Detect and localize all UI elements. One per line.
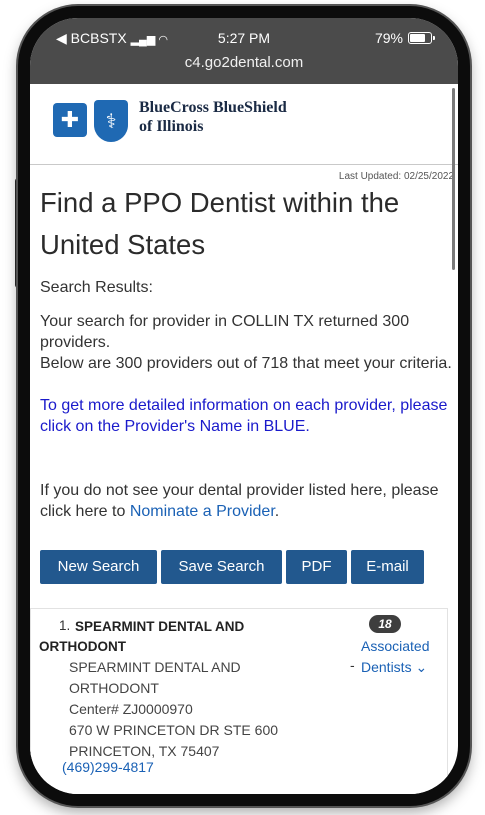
provider-address-block: SPEARMINT DENTAL AND ORTHODONT Center# Z… <box>69 657 278 762</box>
save-search-button[interactable]: Save Search <box>161 550 282 584</box>
brand-line-2: of Illinois <box>139 118 204 135</box>
action-button-row: New Search Save Search PDF E-mail <box>40 550 424 584</box>
page-scrollbar[interactable] <box>452 88 455 270</box>
status-bar: ◀ BCBSTX ▂▄▆ ◠ 5:27 PM 79% <box>30 30 458 50</box>
provider-name-link[interactable]: SPEARMINT DENTAL AND ORTHODONT <box>39 617 289 657</box>
provider-phone-link[interactable]: (469)299-4817 <box>62 759 154 775</box>
provider-info-note: To get more detailed information on each… <box>40 397 448 435</box>
nominate-suffix: . <box>274 503 280 520</box>
phone-frame: ◀ BCBSTX ▂▄▆ ◠ 5:27 PM 79% c4.go2dental.… <box>18 6 470 806</box>
separator-dash: - <box>350 657 355 673</box>
battery-icon <box>408 32 435 44</box>
associated-label: Associated <box>361 638 430 654</box>
provider-card: 1. SPEARMINT DENTAL AND ORTHODONT 18 Ass… <box>30 608 448 794</box>
page-title: Find a PPO Dentist within the United Sta… <box>40 187 400 260</box>
street-address: 670 W PRINCETON DR STE 600 <box>69 722 279 738</box>
pdf-button[interactable]: PDF <box>286 550 347 584</box>
brand-name: BlueCross BlueShield of Illinois <box>139 98 287 136</box>
nominate-text: If you do not see your dental provider l… <box>40 480 452 522</box>
criteria-summary-text: Below are 300 providers out of 718 that … <box>40 355 452 372</box>
brand-line-1: BlueCross BlueShield <box>139 99 287 116</box>
address-name-line-2: ORTHODONT <box>69 680 159 696</box>
search-summary-text: Your search for provider in COLLIN TX re… <box>40 313 410 351</box>
address-name-line-1: SPEARMINT DENTAL AND <box>69 659 241 675</box>
associated-dentists-toggle[interactable]: Associated Dentists ⌄ <box>361 636 447 678</box>
page-content: ✚ ⚕ BlueCross BlueShield of Illinois Las… <box>30 84 458 794</box>
blue-cross-logo-icon: ✚ <box>53 103 87 137</box>
center-number: Center# ZJ0000970 <box>69 701 193 717</box>
address-bar[interactable]: c4.go2dental.com <box>30 54 458 71</box>
last-updated: Last Updated: 02/25/2022 <box>338 171 454 182</box>
phone-screen: ◀ BCBSTX ▂▄▆ ◠ 5:27 PM 79% c4.go2dental.… <box>30 18 458 794</box>
nominate-provider-link[interactable]: Nominate a Provider <box>130 503 275 520</box>
blue-shield-logo-icon: ⚕ <box>94 100 128 142</box>
new-search-button[interactable]: New Search <box>40 550 157 584</box>
battery-percent: 79% <box>374 30 403 46</box>
browser-top-bar: ◀ BCBSTX ▂▄▆ ◠ 5:27 PM 79% c4.go2dental.… <box>30 18 458 84</box>
search-results-label: Search Results: <box>40 279 153 296</box>
associated-count-badge: 18 <box>369 615 401 633</box>
email-button[interactable]: E-mail <box>351 550 424 584</box>
battery-indicator: 79% <box>374 30 435 46</box>
dentists-label: Dentists ⌄ <box>361 659 428 675</box>
header-logo-bar: ✚ ⚕ BlueCross BlueShield of Illinois <box>30 84 458 165</box>
